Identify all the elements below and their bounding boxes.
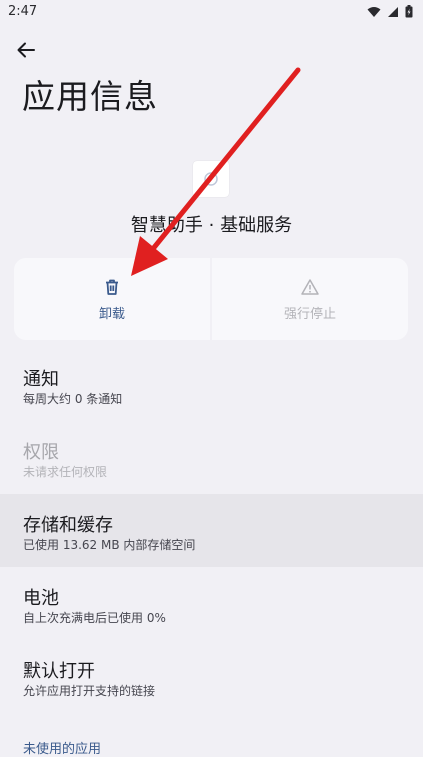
setting-summary: 允许应用打开支持的链接 <box>23 684 156 698</box>
setting-summary: 自上次充满电后已使用 0% <box>23 611 166 625</box>
uninstall-button[interactable]: 卸载 <box>14 258 210 340</box>
setting-notifications[interactable]: 通知 每周大约 0 条通知 <box>0 348 423 421</box>
setting-summary: 已使用 13.62 MB 内部存储空间 <box>23 538 196 552</box>
trash-icon <box>106 279 118 295</box>
setting-storage-cache[interactable]: 存储和缓存 已使用 13.62 MB 内部存储空间 <box>0 494 423 567</box>
warning-icon <box>301 278 319 295</box>
app-name: 智慧助手 · 基础服务 <box>130 215 293 236</box>
setting-open-by-default[interactable]: 默认打开 允许应用打开支持的链接 <box>0 640 423 713</box>
battery-icon <box>405 5 413 18</box>
settings-list: 通知 每周大约 0 条通知 权限 未请求任何权限 存储和缓存 已使用 13.62… <box>0 348 423 713</box>
unused-apps-section-header: 未使用的应用 <box>23 742 102 757</box>
status-time: 2:47 <box>8 4 38 19</box>
setting-summary: 每周大约 0 条通知 <box>23 392 123 406</box>
action-buttons: 卸载 强行停止 <box>14 258 408 340</box>
status-icons <box>367 5 413 18</box>
setting-title: 通知 <box>23 369 59 390</box>
status-bar: 2:47 <box>0 0 423 24</box>
setting-title: 权限 <box>23 442 59 463</box>
force-stop-button[interactable]: 强行停止 <box>212 258 408 340</box>
wifi-icon <box>367 6 381 17</box>
arrow-back-icon <box>17 42 35 58</box>
setting-permissions[interactable]: 权限 未请求任何权限 <box>0 421 423 494</box>
uninstall-label: 卸载 <box>98 306 125 322</box>
setting-summary: 未请求任何权限 <box>23 465 108 479</box>
force-stop-label: 强行停止 <box>283 306 336 322</box>
setting-title: 存储和缓存 <box>23 515 113 536</box>
back-button[interactable] <box>12 36 40 64</box>
setting-title: 电池 <box>23 588 59 609</box>
app-icon <box>193 161 229 197</box>
setting-battery[interactable]: 电池 自上次充满电后已使用 0% <box>0 567 423 640</box>
page-title: 应用信息 <box>22 77 158 116</box>
setting-title: 默认打开 <box>23 661 95 682</box>
signal-icon <box>388 6 398 17</box>
